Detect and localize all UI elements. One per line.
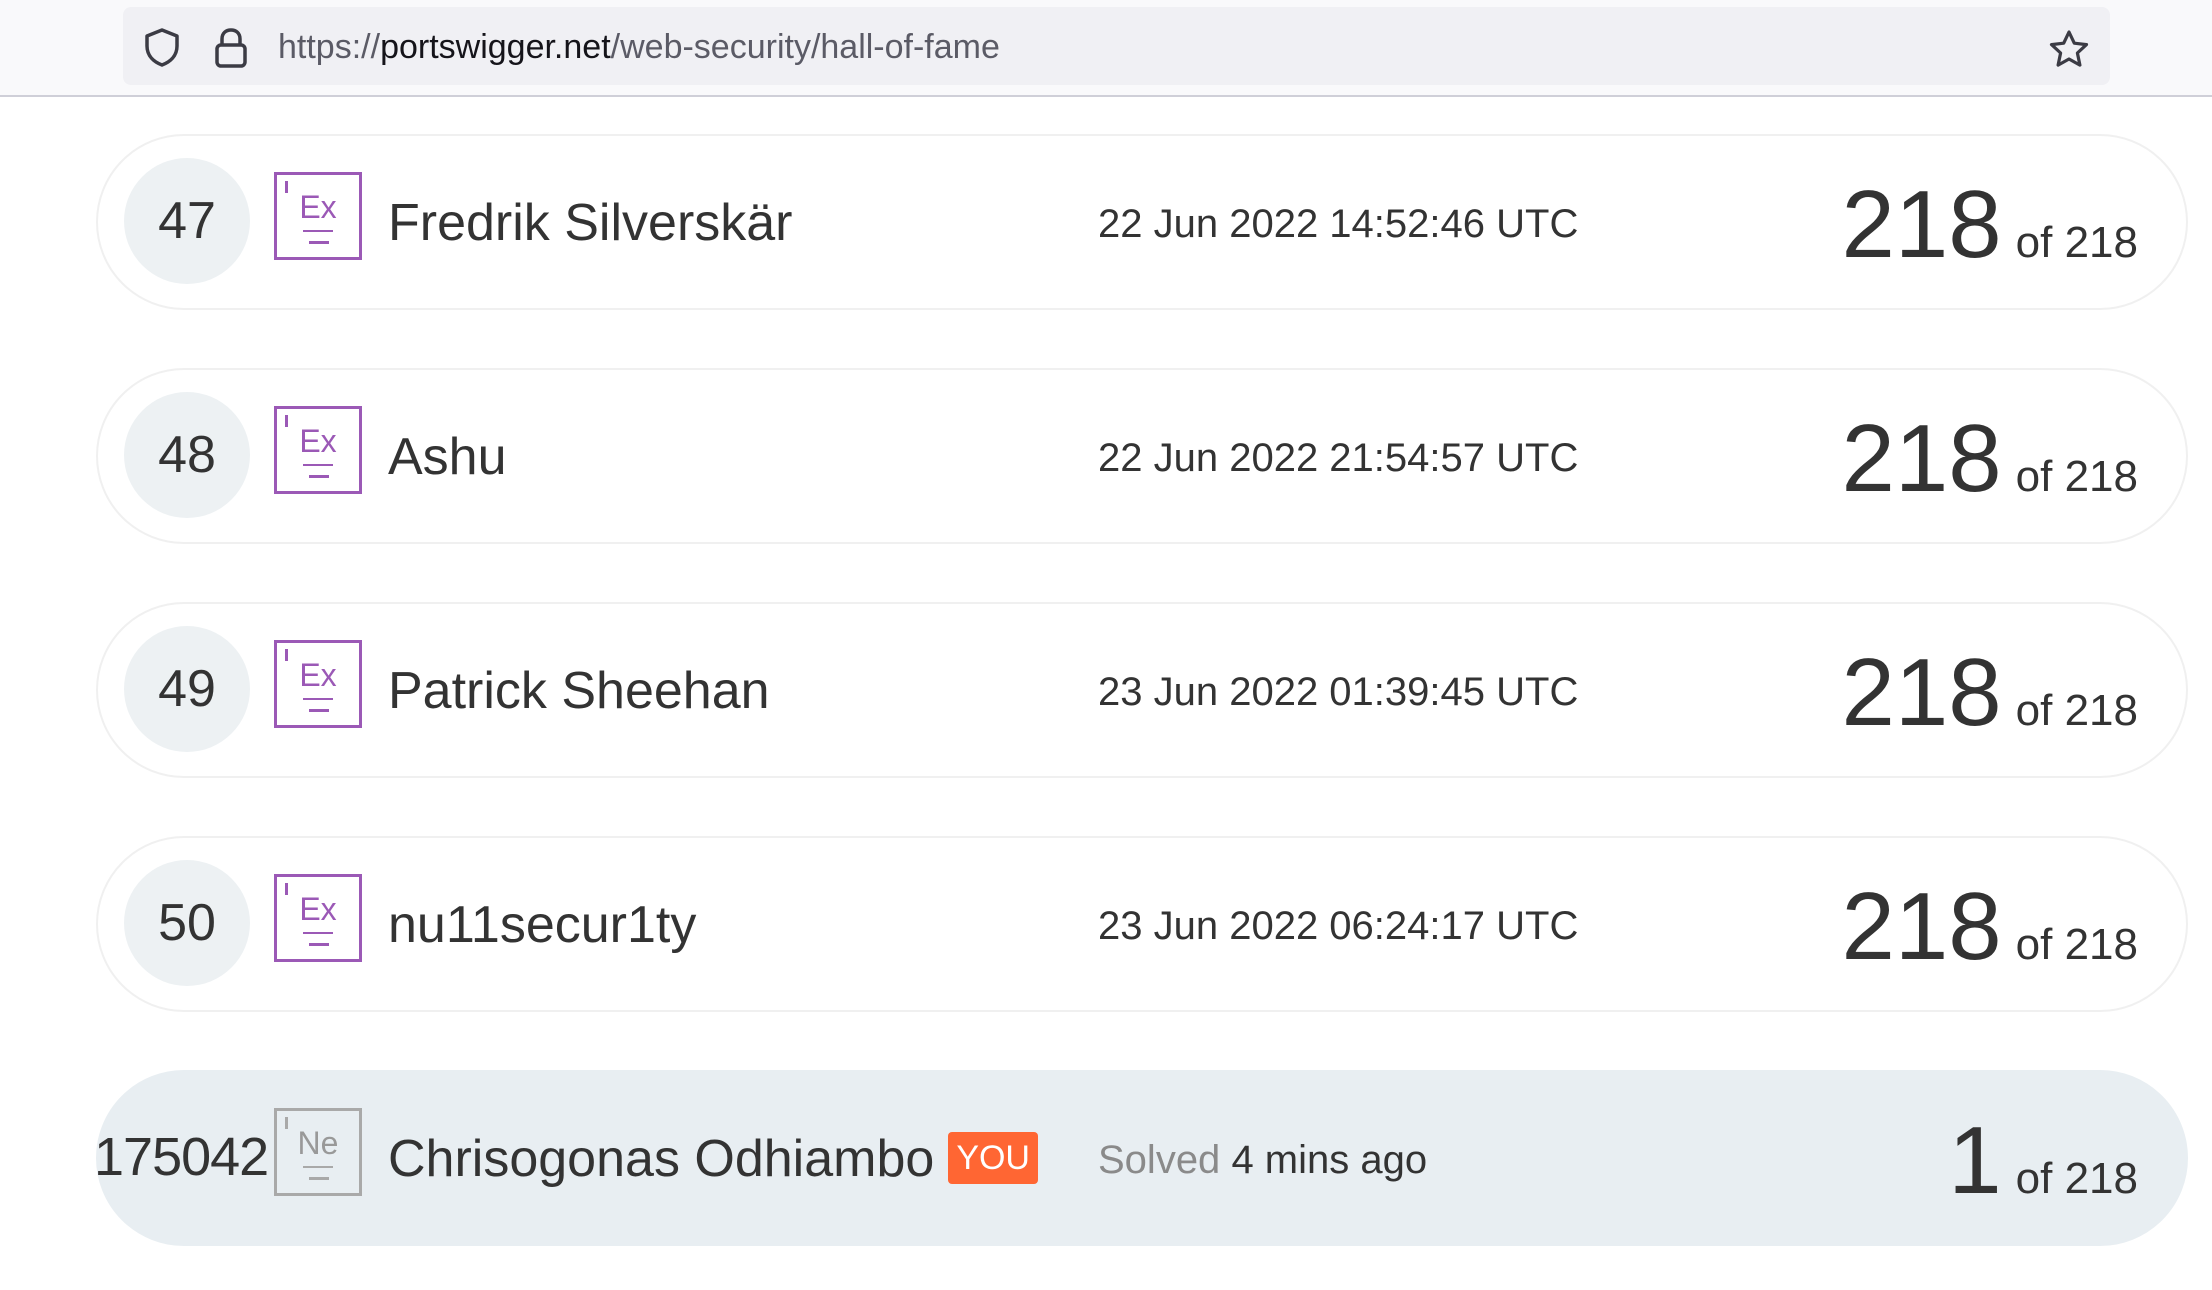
completion-date: 22 Jun 2022 21:54:57 UTC — [1098, 436, 1579, 480]
you-badge: YOU — [948, 1132, 1038, 1185]
url-host: portswigger.net — [380, 28, 611, 66]
completion-date: 22 Jun 2022 14:52:46 UTC — [1098, 202, 1579, 246]
user-name-text: Chrisogonas Odhiambo — [388, 1130, 935, 1188]
level-badge-icon: Ex — [274, 406, 362, 494]
level-badge-icon: Ne — [274, 1108, 362, 1196]
total-count: of 218 — [2015, 1154, 2138, 1203]
level-symbol: Ex — [299, 657, 337, 693]
star-icon[interactable] — [2048, 29, 2090, 69]
solved-score: 218 of 218 — [1841, 404, 2138, 514]
solved-status: Solved 4 mins ago — [1098, 1138, 1427, 1182]
completion-date: 23 Jun 2022 01:39:45 UTC — [1098, 670, 1579, 714]
completion-date: 23 Jun 2022 06:24:17 UTC — [1098, 904, 1579, 948]
solved-score: 218 of 218 — [1841, 872, 2138, 982]
level-badge-icon: Ex — [274, 640, 362, 728]
browser-toolbar: https://portswigger.net/web-security/hal… — [0, 0, 2212, 97]
leaderboard-row: 48 Ex Ashu 22 Jun 2022 21:54:57 UTC 218 … — [96, 368, 2188, 544]
solved-count: 1 — [1948, 1107, 2002, 1214]
solved-count: 218 — [1841, 873, 2002, 980]
rank-number: 50 — [124, 860, 250, 986]
rank-number: 47 — [124, 158, 250, 284]
leaderboard-row: 50 Ex nu11secur1ty 23 Jun 2022 06:24:17 … — [96, 836, 2188, 1012]
solved-score: 218 of 218 — [1841, 638, 2138, 748]
solved-time: 4 mins ago — [1231, 1138, 1428, 1182]
user-name[interactable]: Fredrik Silverskär — [388, 190, 793, 256]
url-path: /web-security/hall-of-fame — [610, 28, 1000, 66]
total-count: of 218 — [2015, 686, 2138, 735]
rank-number: 175042 — [94, 1127, 269, 1187]
user-name[interactable]: Patrick Sheehan — [388, 658, 770, 724]
solved-count: 218 — [1841, 171, 2002, 278]
solved-count: 218 — [1841, 639, 2002, 746]
total-count: of 218 — [2015, 452, 2138, 501]
solved-count: 218 — [1841, 405, 2002, 512]
total-count: of 218 — [2015, 218, 2138, 267]
address-bar[interactable]: https://portswigger.net/web-security/hal… — [123, 7, 2110, 85]
solved-score: 218 of 218 — [1841, 170, 2138, 280]
leaderboard-row: 47 Ex Fredrik Silverskär 22 Jun 2022 14:… — [96, 134, 2188, 310]
leaderboard-row: 49 Ex Patrick Sheehan 23 Jun 2022 01:39:… — [96, 602, 2188, 778]
level-badge-icon: Ex — [274, 172, 362, 260]
user-name[interactable]: Chrisogonas Odhiambo YOU — [388, 1126, 1038, 1192]
lock-icon[interactable] — [213, 27, 249, 69]
level-symbol: Ex — [299, 891, 337, 927]
url-scheme: https:// — [278, 28, 381, 66]
shield-icon[interactable] — [143, 27, 181, 67]
level-badge-icon: Ex — [274, 874, 362, 962]
solved-label: Solved — [1098, 1138, 1221, 1182]
total-count: of 218 — [2015, 920, 2138, 969]
solved-score: 1 of 218 — [1948, 1106, 2138, 1216]
level-symbol: Ex — [299, 423, 337, 459]
level-symbol: Ex — [299, 189, 337, 225]
rank-number: 48 — [124, 392, 250, 518]
level-symbol: Ne — [297, 1125, 339, 1161]
user-name[interactable]: nu11secur1ty — [388, 892, 696, 958]
rank-number: 49 — [124, 626, 250, 752]
current-user-row: 175042 Ne Chrisogonas Odhiambo YOU Solved… — [94, 1070, 2188, 1246]
user-name[interactable]: Ashu — [388, 424, 507, 490]
url-text[interactable]: https://portswigger.net/web-security/hal… — [278, 27, 1000, 67]
